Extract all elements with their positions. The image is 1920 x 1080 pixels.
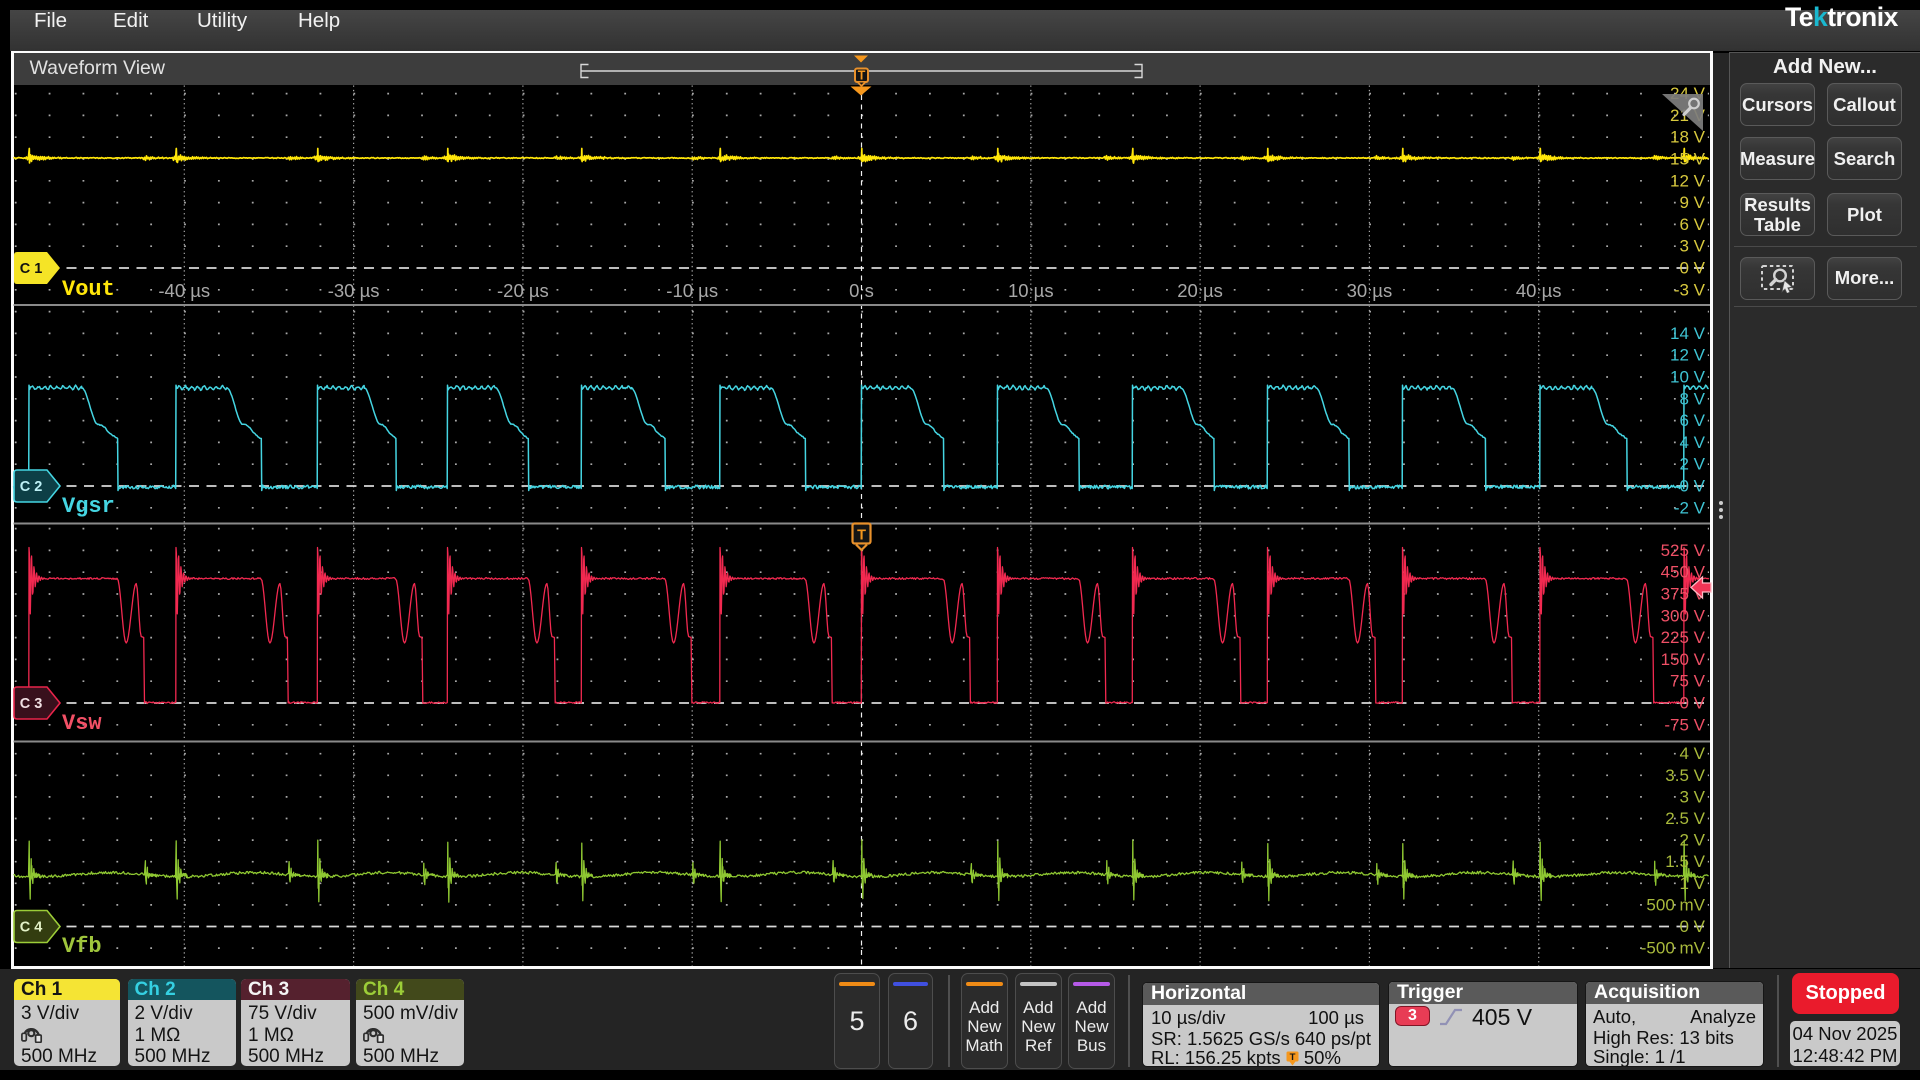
svg-text:1 V: 1 V [1679,874,1705,893]
svg-text:1.5 V: 1.5 V [1665,852,1705,871]
svg-text:225 V: 225 V [1661,628,1706,647]
svg-text:C 1: C 1 [20,261,43,277]
svg-text:30 µs: 30 µs [1347,280,1393,301]
svg-text:3 V: 3 V [1679,787,1705,806]
svg-text:12 V: 12 V [1670,171,1706,190]
svg-text:-3 V: -3 V [1674,280,1706,299]
svg-text:20 µs: 20 µs [1177,280,1223,301]
svg-text:9 V: 9 V [1679,193,1705,212]
svg-text:40 µs: 40 µs [1516,280,1562,301]
svg-text:300 V: 300 V [1661,606,1706,625]
svg-text:-2 V: -2 V [1674,498,1706,517]
svg-text:18 V: 18 V [1670,128,1706,147]
svg-text:14 V: 14 V [1670,324,1706,343]
svg-text:4 V: 4 V [1679,744,1705,763]
svg-text:T: T [858,69,866,83]
svg-text:C 4: C 4 [20,920,43,936]
svg-text:525 V: 525 V [1661,541,1706,560]
svg-text:15 V: 15 V [1670,150,1706,169]
svg-text:-40 µs: -40 µs [158,280,210,301]
svg-text:-30 µs: -30 µs [328,280,380,301]
svg-text:-10 µs: -10 µs [666,280,718,301]
svg-text:Vgsr: Vgsr [62,494,115,519]
svg-text:3 V: 3 V [1679,237,1705,256]
svg-text:-20 µs: -20 µs [497,280,549,301]
svg-text:10 V: 10 V [1670,368,1706,387]
svg-text:Vout: Vout [62,277,115,302]
svg-text:0 V: 0 V [1679,259,1705,278]
svg-text:0 V: 0 V [1679,917,1705,936]
svg-text:T: T [857,528,866,544]
svg-text:75 V: 75 V [1670,672,1706,691]
svg-text:8 V: 8 V [1679,389,1705,408]
svg-text:10 µs: 10 µs [1008,280,1054,301]
svg-text:-500 mV: -500 mV [1641,939,1706,958]
svg-text:500 mV: 500 mV [1646,895,1705,914]
svg-text:0 V: 0 V [1679,694,1705,713]
svg-text:2 V: 2 V [1679,831,1705,850]
svg-text:6 V: 6 V [1679,411,1705,430]
svg-text:2 V: 2 V [1679,455,1705,474]
svg-text:C 2: C 2 [20,479,43,495]
svg-text:0 V: 0 V [1679,477,1705,496]
svg-text:Vsw: Vsw [62,711,102,736]
svg-text:4 V: 4 V [1679,433,1705,452]
svg-text:12 V: 12 V [1670,346,1706,365]
svg-text:3.5 V: 3.5 V [1665,766,1705,785]
svg-text:2.5 V: 2.5 V [1665,809,1705,828]
svg-text:450 V: 450 V [1661,563,1706,582]
svg-text:Vfb: Vfb [62,934,102,959]
svg-text:C 3: C 3 [20,696,43,712]
svg-text:6 V: 6 V [1679,215,1705,234]
svg-text:150 V: 150 V [1661,650,1706,669]
svg-text:-75 V: -75 V [1664,715,1705,734]
svg-text:0 s: 0 s [849,280,874,301]
